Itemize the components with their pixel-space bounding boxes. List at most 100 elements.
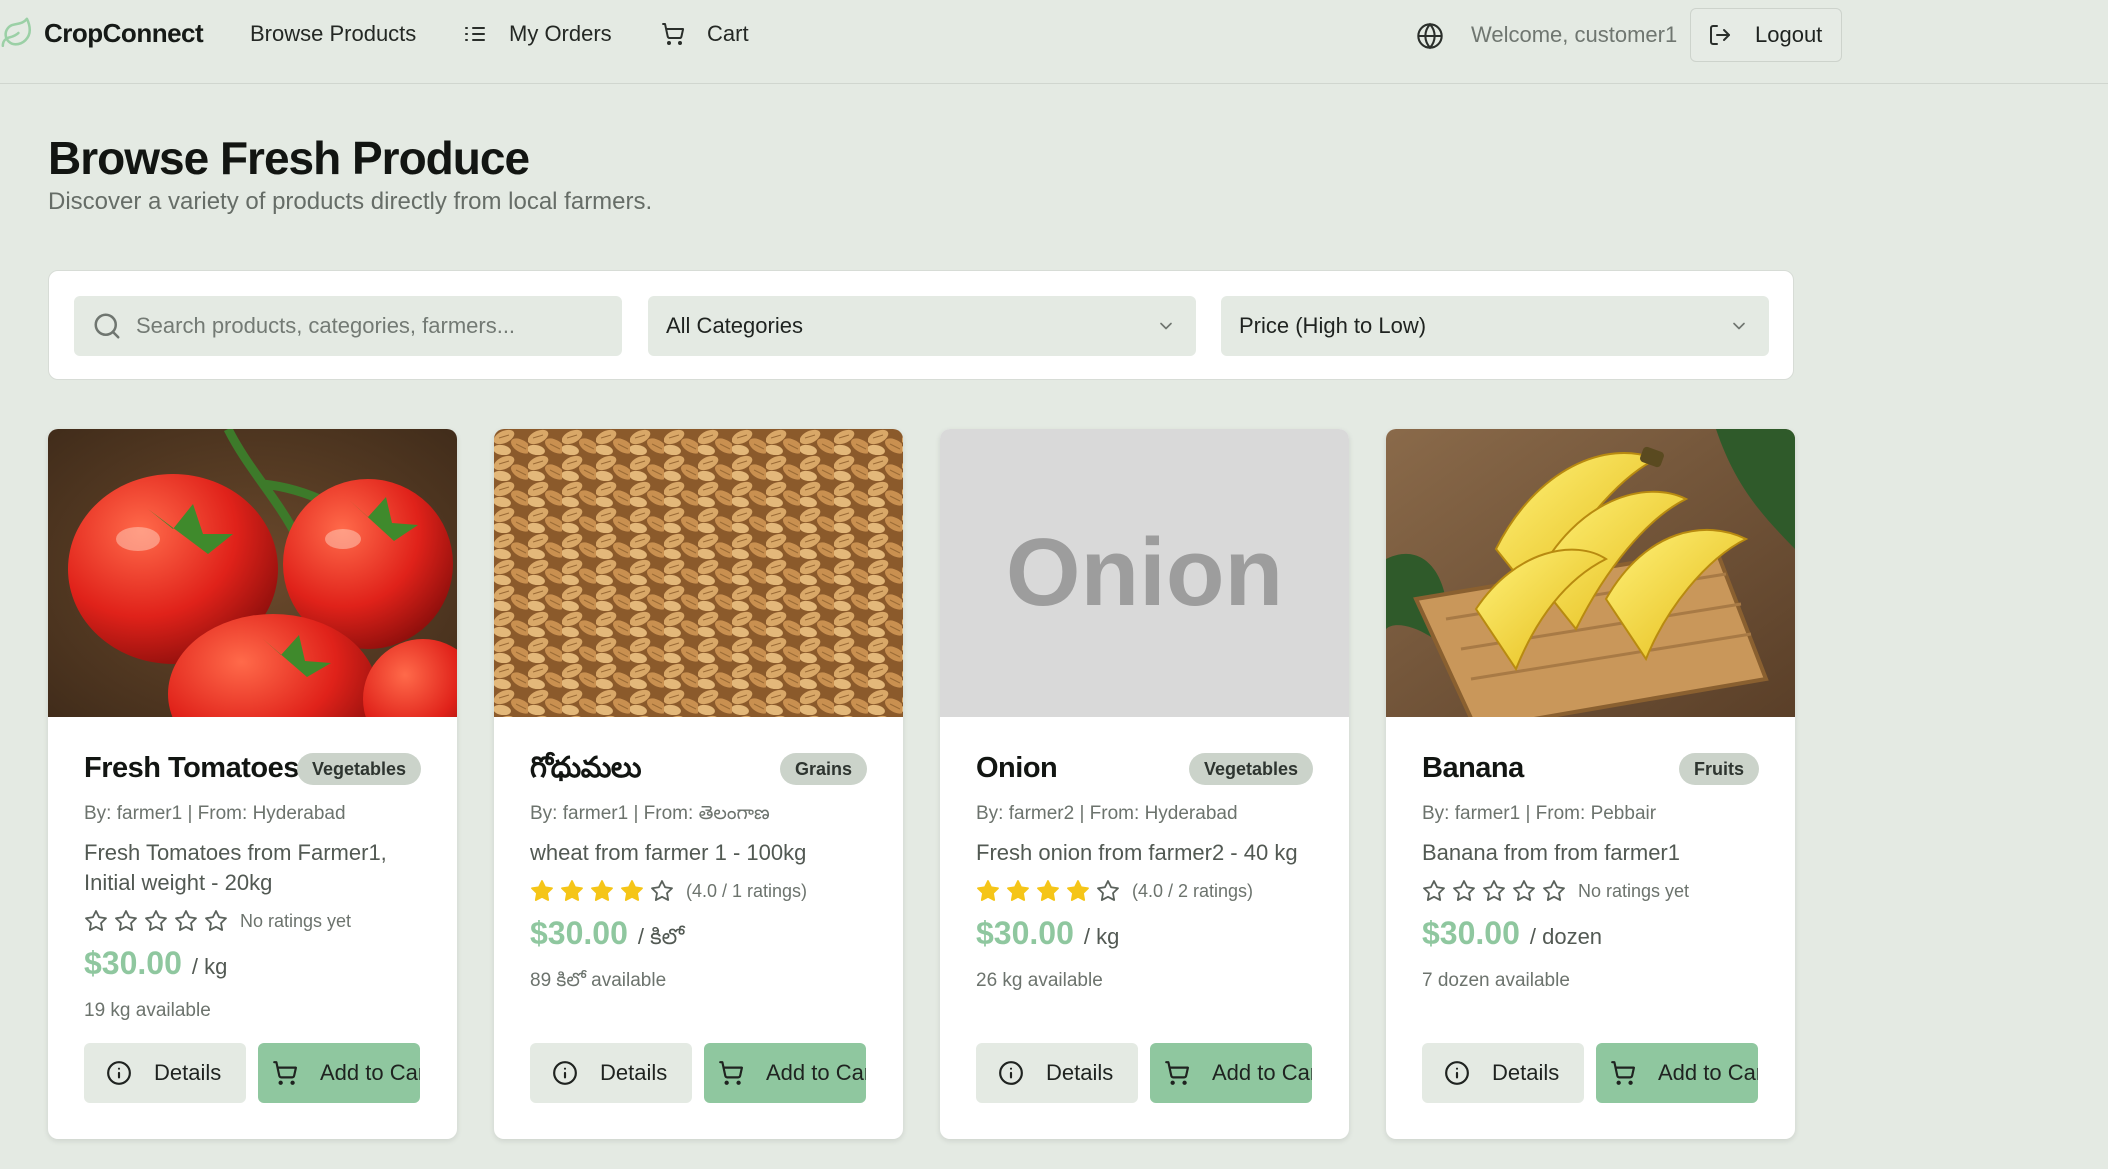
category-badge: Grains	[779, 753, 867, 785]
star-icon	[115, 910, 137, 931]
globe-icon[interactable]	[1416, 22, 1444, 50]
category-select[interactable]: All Categories	[648, 296, 1196, 356]
sort-select-value: Price (High to Low)	[1239, 313, 1427, 338]
nav-my-orders[interactable]: My Orders	[463, 14, 612, 54]
star-icon	[205, 910, 227, 931]
product-price: $30.00 / కిలో	[530, 915, 684, 955]
product-description: Fresh Tomatoes from Farmer1, Initial wei…	[84, 840, 387, 895]
rating-text: No ratings yet	[1578, 880, 1690, 901]
product-description: Fresh onion from farmer2 - 40 kg	[976, 840, 1298, 865]
add-to-cart-button[interactable]: Add to Cart	[704, 1043, 866, 1103]
product-meta: By: farmer1 | From: Pebbair	[1422, 803, 1657, 824]
product-image-tomatoes	[48, 429, 457, 717]
product-meta: By: farmer1 | From: తెలంగాణ	[530, 803, 770, 824]
star-rating	[530, 879, 680, 903]
product-price: $30.00 / kg	[84, 945, 227, 982]
details-button[interactable]: Details	[1422, 1043, 1584, 1103]
filter-panel: All Categories Price (High to Low)	[48, 270, 1794, 380]
product-name: Banana	[1422, 752, 1524, 784]
product-description: Banana from from farmer1	[1422, 840, 1680, 865]
product-meta: By: farmer2 | From: Hyderabad	[976, 803, 1238, 824]
nav-cart[interactable]: Cart	[661, 14, 749, 54]
info-icon	[553, 1061, 577, 1085]
cart-icon	[662, 23, 685, 45]
product-description: wheat from farmer 1 - 100kg	[530, 840, 807, 865]
nav-browse-products[interactable]: Browse Products	[250, 14, 416, 54]
star-icon	[85, 910, 107, 931]
add-to-cart-button[interactable]: Add to Cart	[1150, 1043, 1312, 1103]
star-icon	[651, 880, 673, 901]
rating-text: No ratings yet	[240, 910, 352, 931]
star-rating	[1422, 879, 1572, 903]
star-icon	[175, 910, 197, 931]
cart-icon	[1165, 1061, 1190, 1085]
star-icon	[1007, 880, 1029, 901]
star-icon	[1513, 880, 1535, 901]
price-amount: $30.00	[1422, 915, 1520, 951]
details-label: Details	[600, 1060, 668, 1085]
star-icon	[977, 880, 999, 901]
product-rating: No ratings yet	[84, 909, 351, 933]
page-title: Browse Fresh Produce	[48, 132, 530, 184]
category-badge: Vegetables	[296, 753, 421, 785]
logout-label: Logout	[1755, 22, 1823, 47]
details-button[interactable]: Details	[976, 1043, 1138, 1103]
add-to-cart-button[interactable]: Add to Cart	[258, 1043, 420, 1103]
star-icon	[1067, 880, 1089, 901]
category-badge: Fruits	[1678, 753, 1759, 785]
availability-text: 26 kg available	[976, 970, 1103, 991]
image-placeholder-text: Onion	[940, 429, 1349, 717]
star-icon	[1483, 880, 1505, 901]
product-card: Onion Onion Vegetables By: farmer2 | Fro…	[940, 429, 1349, 1139]
brand[interactable]: CropConnect	[0, 15, 204, 51]
welcome-text: Welcome, customer1	[1471, 22, 1678, 47]
star-icon	[621, 880, 643, 901]
product-name: Onion	[976, 752, 1058, 784]
product-name: గోధుమలు	[530, 752, 641, 784]
product-rating: (4.0 / 1 ratings)	[530, 879, 807, 903]
info-icon	[1445, 1061, 1469, 1085]
price-unit: / కిలో	[637, 924, 685, 949]
product-card: గోధుమలు Grains By: farmer1 | From: తెలంగ…	[494, 429, 903, 1139]
category-badge: Vegetables	[1188, 753, 1313, 785]
star-icon	[1037, 880, 1059, 901]
list-icon	[465, 27, 485, 41]
add-to-cart-label: Add to Cart	[1212, 1060, 1312, 1085]
nav-orders-label: My Orders	[509, 21, 612, 46]
leaf-icon	[1, 17, 32, 48]
star-icon	[1097, 880, 1119, 901]
brand-name: CropConnect	[44, 17, 204, 48]
price-amount: $30.00	[530, 915, 628, 951]
info-icon	[107, 1061, 131, 1085]
availability-text: 7 dozen available	[1422, 970, 1570, 991]
search-input[interactable]	[136, 313, 606, 339]
sort-select[interactable]: Price (High to Low)	[1221, 296, 1769, 356]
details-button[interactable]: Details	[84, 1043, 246, 1103]
add-to-cart-button[interactable]: Add to Cart	[1596, 1043, 1758, 1103]
nav-cart-label: Cart	[707, 21, 749, 46]
details-button[interactable]: Details	[530, 1043, 692, 1103]
product-meta: By: farmer1 | From: Hyderabad	[84, 803, 346, 824]
availability-text: 19 kg available	[84, 1000, 211, 1021]
info-icon	[999, 1061, 1023, 1085]
add-to-cart-label: Add to Cart	[766, 1060, 866, 1085]
product-image-banana	[1386, 429, 1795, 717]
category-select-value: All Categories	[666, 313, 803, 338]
star-icon	[1543, 880, 1565, 901]
chevron-down-icon	[1160, 322, 1172, 330]
product-image-placeholder: Onion	[940, 429, 1349, 717]
star-icon	[145, 910, 167, 931]
price-unit: / kg	[191, 954, 228, 979]
rating-text: (4.0 / 2 ratings)	[1132, 880, 1254, 901]
star-icon	[561, 880, 583, 901]
product-name: Fresh Tomatoes	[84, 752, 299, 784]
star-rating	[84, 909, 234, 933]
product-rating: No ratings yet	[1422, 879, 1689, 903]
logout-button[interactable]: Logout	[1690, 8, 1842, 62]
product-image-wheat	[494, 429, 903, 717]
price-unit: / kg	[1083, 924, 1120, 949]
nav-browse-label: Browse Products	[250, 21, 417, 46]
price-amount: $30.00	[976, 915, 1074, 951]
add-to-cart-label: Add to Cart	[320, 1060, 420, 1085]
star-icon	[1453, 880, 1475, 901]
